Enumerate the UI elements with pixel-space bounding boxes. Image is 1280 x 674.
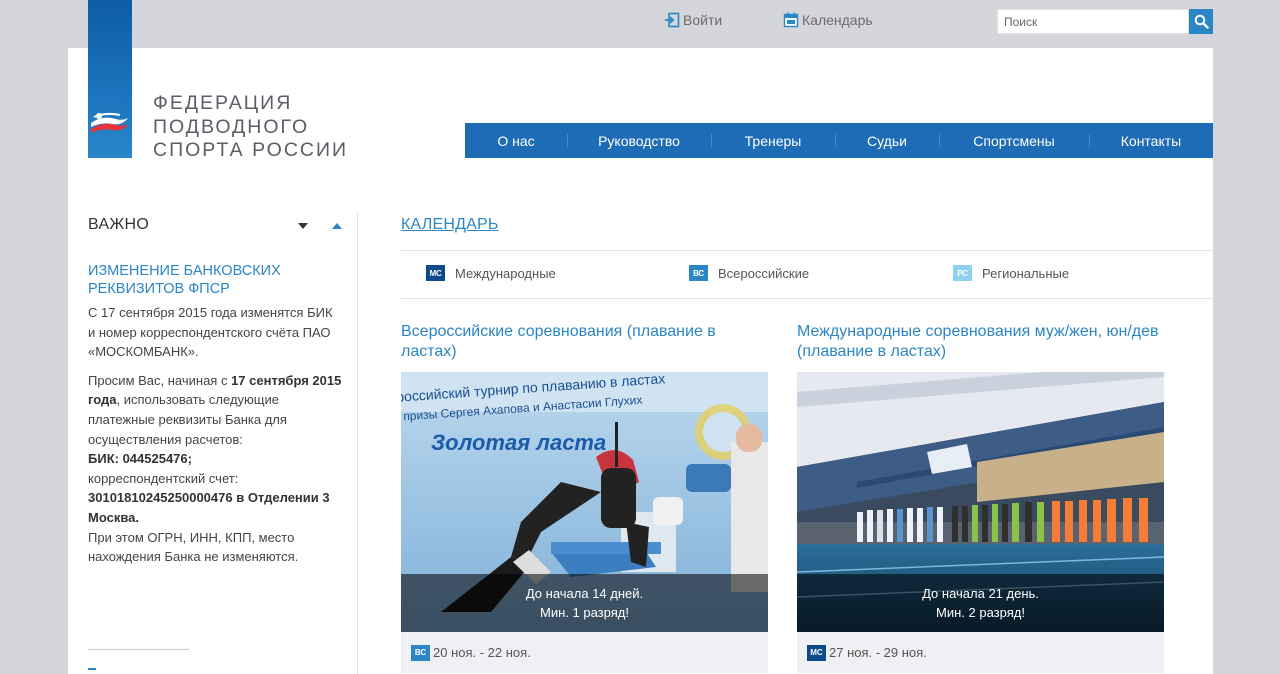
event-title-link[interactable]: Всероссийские соревнования (плавание в л… bbox=[401, 322, 768, 372]
nav-item-management[interactable]: Руководство bbox=[567, 123, 711, 158]
international-badge: МС bbox=[426, 265, 445, 281]
chevron-up-icon[interactable] bbox=[332, 223, 342, 229]
filter-international-label: Международные bbox=[455, 265, 556, 281]
event-min-rank: Мин. 2 разряд! bbox=[936, 605, 1025, 620]
sidebar-title: Важно bbox=[88, 216, 150, 233]
national-badge: ВС bbox=[689, 265, 708, 281]
event-countdown: До начала 21 день. bbox=[922, 586, 1039, 601]
sidebar-divider-line bbox=[88, 649, 189, 650]
event-dates: 27 ноя. - 29 ноя. bbox=[829, 645, 927, 660]
event-date-bar: ВС 20 ноя. - 22 ноя. bbox=[401, 632, 768, 673]
news-bik: БИК: 044525476; bbox=[88, 451, 192, 467]
nav-item-about[interactable]: О нас bbox=[465, 123, 567, 158]
swimmer-logo-icon[interactable] bbox=[88, 104, 132, 140]
logo-line-3: спорта России bbox=[153, 139, 349, 161]
event-date-bar: МС 27 ноя. - 29 ноя. bbox=[797, 632, 1164, 673]
news-corr-value: 30101810245250000476 в Отделении 3 Москв… bbox=[88, 490, 330, 525]
news-title-link[interactable]: Изменение банковских реквизитов ФПСР bbox=[88, 262, 323, 298]
news-corr-label: корреспондентский счет: bbox=[88, 470, 239, 486]
login-icon bbox=[665, 12, 680, 28]
banner-logo-text: Золотая ласта bbox=[431, 430, 606, 455]
event-card: Международные соревнования муж/жен, юн/д… bbox=[797, 322, 1164, 673]
event-card: Всероссийские соревнования (плавание в л… bbox=[401, 322, 768, 673]
news-paragraph-3: При этом ОГРН, ИНН, КПП, место нахождени… bbox=[88, 529, 299, 565]
calendar-link[interactable]: Календарь bbox=[783, 12, 873, 28]
search-input[interactable] bbox=[997, 9, 1189, 34]
regional-badge: РС bbox=[953, 265, 972, 281]
main-nav: О нас Руководство Тренеры Судьи Спортсме… bbox=[465, 123, 1213, 158]
event-min-rank: Мин. 1 разряд! bbox=[540, 605, 629, 620]
divider bbox=[401, 298, 1213, 299]
calendar-label: Календарь bbox=[802, 12, 873, 28]
nav-item-contacts[interactable]: Контакты bbox=[1089, 123, 1213, 158]
news-paragraph-1: С 17 сентября 2015 года изменятся БИК и … bbox=[88, 305, 333, 360]
event-dates: 20 ноя. - 22 ноя. bbox=[433, 645, 531, 660]
search-box bbox=[997, 9, 1213, 34]
chevron-down-icon[interactable] bbox=[298, 223, 308, 229]
logo-text[interactable]: Федерация подводного спорта России bbox=[153, 92, 348, 163]
news-paragraph-2: Просим Вас, начиная с 17 сентября 2015 г… bbox=[88, 371, 343, 567]
search-icon bbox=[1194, 14, 1209, 29]
top-bar: Войти Календарь bbox=[0, 0, 1280, 48]
news-p2-start: Просим Вас, начиная с bbox=[88, 372, 232, 388]
search-button[interactable] bbox=[1189, 9, 1213, 34]
event-title-link[interactable]: Международные соревнования муж/жен, юн/д… bbox=[797, 322, 1164, 372]
logo-line-2: подводного bbox=[153, 115, 310, 138]
filter-regional[interactable]: РС Региональные bbox=[953, 265, 1069, 281]
filter-international[interactable]: МС Международные bbox=[426, 265, 556, 281]
event-countdown: До начала 14 дней. bbox=[525, 586, 644, 601]
event-overlay: До начала 14 дней. Мин. 1 разряд! bbox=[401, 574, 768, 632]
nav-item-coaches[interactable]: Тренеры bbox=[711, 123, 835, 158]
sidebar-divider bbox=[357, 213, 358, 674]
calendar-heading-link[interactable]: Календарь bbox=[401, 216, 499, 234]
nav-item-judges[interactable]: Судьи bbox=[835, 123, 939, 158]
logo-line-1: Федерация bbox=[153, 92, 293, 114]
event-photo[interactable]: российский турнир по плаванию в ластах п… bbox=[401, 372, 768, 632]
event-photo[interactable]: До начала 21 день. Мин. 2 разряд! bbox=[797, 372, 1164, 632]
nav-item-athletes[interactable]: Спортсмены bbox=[939, 123, 1089, 158]
filter-regional-label: Региональные bbox=[982, 265, 1070, 281]
filter-national[interactable]: ВС Всероссийские bbox=[689, 265, 809, 281]
login-label: Войти bbox=[683, 12, 723, 28]
sidebar-next-link[interactable] bbox=[88, 668, 96, 670]
news-p2-end: , использовать следующие платежные рекви… bbox=[88, 392, 287, 447]
divider bbox=[401, 250, 1213, 251]
news-body: С 17 сентября 2015 года изменятся БИК и … bbox=[88, 303, 343, 576]
filter-national-label: Всероссийские bbox=[718, 265, 810, 281]
login-link[interactable]: Войти bbox=[664, 12, 722, 28]
international-badge: МС bbox=[807, 644, 826, 661]
event-overlay: До начала 21 день. Мин. 2 разряд! bbox=[797, 574, 1164, 632]
calendar-icon bbox=[783, 12, 799, 28]
national-badge: ВС bbox=[411, 644, 430, 661]
